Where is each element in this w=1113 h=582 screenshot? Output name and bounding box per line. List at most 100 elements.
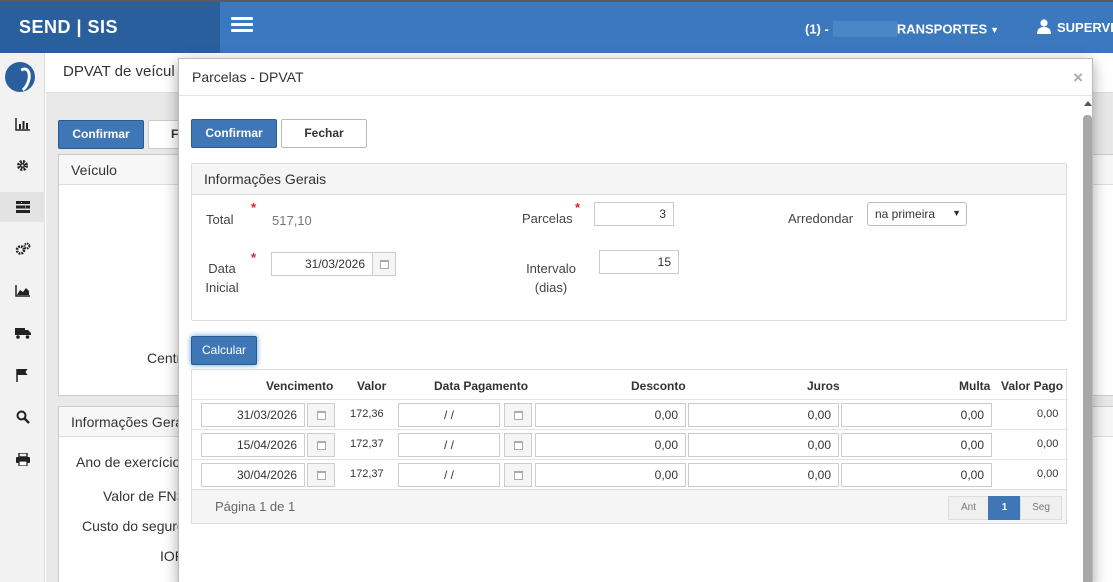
app-logo-icon[interactable] [5, 62, 35, 92]
chart-icon[interactable] [0, 109, 45, 139]
pager-current-page[interactable]: 1 [988, 496, 1021, 520]
multa-input[interactable]: 0,00 [841, 463, 992, 487]
intervalo-label-line1: Intervalo [526, 261, 576, 276]
confirm-button[interactable]: Confirmar [191, 119, 277, 148]
header-data-pagamento[interactable]: Data Pagamento [434, 379, 528, 393]
close-button[interactable]: Fechar [281, 119, 367, 148]
required-mark: * [251, 250, 257, 265]
calendar-icon[interactable] [307, 433, 335, 457]
data-inicial-label-line1: Data [208, 261, 236, 276]
intervalo-label-line2: (dias) [534, 280, 568, 295]
close-icon[interactable]: × [1073, 68, 1083, 88]
calendar-icon[interactable] [307, 463, 335, 487]
header-multa[interactable]: Multa [959, 379, 990, 393]
year-label: Ano de exercício [76, 454, 181, 470]
header-vencimento[interactable]: Vencimento [266, 379, 333, 393]
menu-toggle-icon[interactable] [231, 17, 253, 35]
grid-footer: Página 1 de 1 Ant 1 Seg [192, 489, 1066, 523]
header-juros[interactable]: Juros [807, 379, 840, 393]
parcelas-grid: Vencimento Valor Data Pagamento Desconto… [191, 369, 1068, 524]
parcelas-modal: Parcelas - DPVAT × Confirmar Fechar Info… [178, 58, 1093, 582]
scroll-thumb[interactable] [1083, 115, 1092, 582]
area-chart-icon[interactable] [0, 276, 45, 306]
header-desconto[interactable]: Desconto [631, 379, 686, 393]
required-mark: * [251, 200, 257, 215]
user-menu[interactable]: SUPERVI [1037, 19, 1113, 35]
calcular-button[interactable]: Calcular [191, 336, 257, 365]
calendar-icon[interactable] [504, 403, 532, 427]
intervalo-label: Intervalo (dias) [520, 259, 582, 297]
arredondar-label: Arredondar [788, 211, 854, 226]
company-prefix: (1) - [805, 21, 829, 37]
valor-pago-cell: 0,00 [1037, 408, 1059, 420]
vencimento-input[interactable]: 30/04/2026 [201, 463, 305, 487]
data-pagamento-input[interactable]: / / [398, 403, 500, 427]
header-valor-pago[interactable]: Valor Pago [1001, 379, 1063, 393]
page-title: DPVAT de veícul [63, 63, 175, 80]
multa-input[interactable]: 0,00 [841, 433, 992, 457]
intervalo-input[interactable] [599, 250, 679, 274]
desconto-input[interactable]: 0,00 [535, 433, 686, 457]
calendar-icon[interactable] [307, 403, 335, 427]
user-name: SUPERVI [1057, 20, 1113, 35]
modal-header: Parcelas - DPVAT × [179, 59, 1092, 96]
sidebar [0, 53, 45, 582]
brand-logo[interactable]: SEND | SIS [0, 2, 220, 53]
fns-value-label: Valor de FNS [103, 488, 186, 504]
scroll-up-icon[interactable] [1084, 101, 1092, 106]
juros-input[interactable]: 0,00 [688, 433, 839, 457]
vencimento-input[interactable]: 31/03/2026 [201, 403, 305, 427]
insurance-cost-label: Custo do seguro [82, 518, 185, 534]
data-inicial-label: Data Inicial [204, 259, 240, 297]
valor-cell: 172,37 [350, 438, 384, 450]
multa-input[interactable]: 0,00 [841, 403, 992, 427]
list-icon[interactable] [0, 192, 45, 222]
truck-icon[interactable] [0, 318, 45, 348]
juros-input[interactable]: 0,00 [688, 403, 839, 427]
caret-down-icon: ▼ [990, 25, 1000, 36]
calendar-icon[interactable] [504, 433, 532, 457]
calendar-icon[interactable] [372, 252, 396, 276]
info-panel: Informações Gerais Total * 517,10 Parcel… [191, 163, 1067, 321]
data-inicial-label-line2: Inicial [205, 280, 239, 295]
total-value: 517,10 [272, 213, 312, 228]
top-navbar: SEND | SIS (1) - RANSPORTES ▼ SUPERVI [0, 0, 1113, 53]
data-pagamento-input[interactable]: / / [398, 433, 500, 457]
chevron-down-icon: ▼ [952, 208, 961, 218]
flag-icon[interactable] [0, 360, 45, 390]
table-row: 30/04/2026 172,37 / / 0,00 0,00 0,00 0,0… [192, 459, 1068, 489]
arredondar-select[interactable]: na primeira ▼ [867, 202, 967, 226]
pager-next-button[interactable]: Seg [1020, 496, 1062, 520]
pager-prev-button[interactable]: Ant [948, 496, 989, 520]
print-icon[interactable] [0, 444, 45, 474]
data-pagamento-input[interactable]: / / [398, 463, 500, 487]
modal-scrollbar[interactable] [1082, 98, 1093, 582]
table-row: 31/03/2026 172,36 / / 0,00 0,00 0,00 0,0… [192, 399, 1068, 429]
calendar-icon[interactable] [504, 463, 532, 487]
modal-title: Parcelas - DPVAT [192, 69, 304, 85]
gears-icon[interactable] [0, 234, 45, 264]
valor-cell: 172,36 [350, 408, 384, 420]
vencimento-input[interactable]: 15/04/2026 [201, 433, 305, 457]
header-valor[interactable]: Valor [357, 379, 386, 393]
parcelas-input[interactable] [594, 202, 674, 226]
required-mark: * [575, 200, 581, 215]
table-row: 15/04/2026 172,37 / / 0,00 0,00 0,00 0,0… [192, 429, 1068, 459]
company-selector[interactable]: (1) - RANSPORTES ▼ [805, 21, 999, 39]
background-confirm-button[interactable]: Confirmar [58, 120, 144, 149]
parcelas-label: Parcelas [522, 211, 573, 226]
page-info: Página 1 de 1 [215, 499, 296, 514]
search-icon[interactable] [0, 402, 45, 432]
center-label: Centr [147, 350, 182, 366]
arredondar-selected: na primeira [875, 207, 936, 221]
valor-cell: 172,37 [350, 468, 384, 480]
data-inicial-input[interactable] [271, 252, 373, 276]
redacted-block [832, 21, 897, 37]
valor-pago-cell: 0,00 [1037, 438, 1059, 450]
gear-icon[interactable] [0, 150, 45, 180]
desconto-input[interactable]: 0,00 [535, 403, 686, 427]
total-label: Total [206, 212, 234, 227]
desconto-input[interactable]: 0,00 [535, 463, 686, 487]
juros-input[interactable]: 0,00 [688, 463, 839, 487]
valor-pago-cell: 0,00 [1037, 468, 1059, 480]
